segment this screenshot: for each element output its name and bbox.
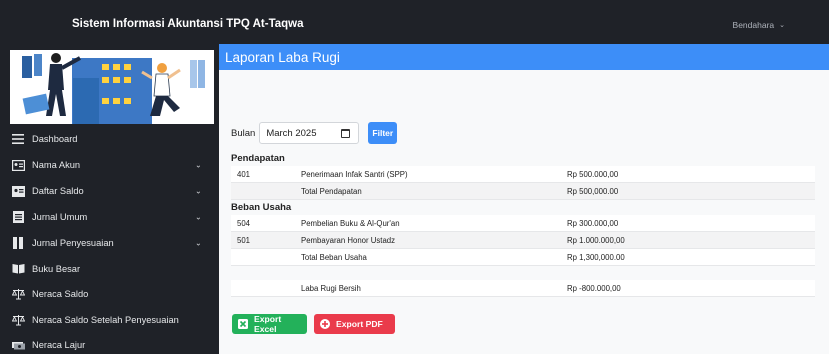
filter-button[interactable]: Filter bbox=[368, 122, 398, 144]
export-excel-label: Export Excel bbox=[254, 314, 282, 334]
chevron-down-icon: ⌄ bbox=[195, 212, 202, 222]
sidebar-illustration bbox=[10, 50, 214, 124]
file-pdf-icon bbox=[320, 319, 330, 329]
id-card-icon bbox=[11, 159, 25, 171]
account-name: Pembelian Buku & Al-Qur'an bbox=[301, 218, 400, 228]
sidebar-item-label: Neraca Saldo bbox=[32, 289, 89, 300]
pendapatan-table: 401 Penerimaan Infak Santri (SPP) Rp 500… bbox=[231, 166, 815, 200]
columns-icon bbox=[11, 237, 25, 249]
scale-icon bbox=[11, 288, 25, 300]
sidebar-item-label: Daftar Saldo bbox=[32, 186, 84, 196]
section-title-pendapatan: Pendapatan bbox=[231, 153, 285, 164]
open-book-icon bbox=[11, 263, 25, 275]
sidebar-item-label: Jurnal Umum bbox=[32, 212, 88, 222]
sidebar-item-jurnal-penyesuaian[interactable]: Jurnal Penyesuaian ⌄ bbox=[0, 230, 219, 256]
page-header: Laporan Laba Rugi bbox=[219, 44, 829, 70]
chevron-down-icon: ⌄ bbox=[195, 160, 202, 170]
account-code: 504 bbox=[237, 218, 251, 228]
table-row: 501 Pembayaran Honor Ustadz Rp 1.000.000… bbox=[231, 232, 815, 249]
sidebar-item-nama-akun[interactable]: Nama Akun ⌄ bbox=[0, 152, 219, 178]
account-amount: Rp 1.000.000,00 bbox=[567, 235, 625, 245]
sidebar-item-neraca-saldo-setelah-penyesuaian[interactable]: Neraca Saldo Setelah Penyesuaian bbox=[0, 307, 219, 333]
account-amount: Rp 500,000.00 bbox=[567, 186, 619, 196]
sidebar-item-label: Dashboard bbox=[32, 134, 78, 144]
table-row-total: Total Beban Usaha Rp 1,300,000.00 bbox=[231, 249, 815, 266]
sidebar-item-neraca-lajur[interactable]: Neraca Lajur bbox=[0, 333, 219, 354]
export-actions: Export Excel Export PDF bbox=[232, 314, 395, 334]
account-amount: Rp 1,300,000.00 bbox=[567, 252, 625, 262]
account-name: Penerimaan Infak Santri (SPP) bbox=[301, 169, 408, 179]
sidebar-item-dashboard[interactable]: Dashboard bbox=[0, 126, 219, 152]
main-content: Laporan Laba Rugi Bulan March 2025 Filte… bbox=[219, 44, 829, 354]
beban-table: 504 Pembelian Buku & Al-Qur'an Rp 300.00… bbox=[231, 215, 815, 266]
page-title: Laporan Laba Rugi bbox=[225, 50, 340, 65]
table-row: 504 Pembelian Buku & Al-Qur'an Rp 300.00… bbox=[231, 215, 815, 232]
hamburger-icon bbox=[11, 133, 25, 145]
table-row-total: Total Pendapatan Rp 500,000.00 bbox=[231, 183, 815, 200]
month-input-value: March 2025 bbox=[266, 127, 317, 139]
sidebar-item-daftar-saldo[interactable]: Daftar Saldo ⌄ bbox=[0, 178, 219, 204]
top-navbar: Sistem Informasi Akuntansi TPQ At-Taqwa … bbox=[0, 0, 829, 44]
export-pdf-label: Export PDF bbox=[336, 319, 383, 329]
account-amount: Rp -800.000,00 bbox=[567, 283, 621, 293]
account-name: Total Pendapatan bbox=[301, 186, 362, 196]
list-document-icon bbox=[11, 211, 25, 223]
account-name: Total Beban Usaha bbox=[301, 252, 367, 262]
account-amount: Rp 300.000,00 bbox=[567, 218, 619, 228]
sidebar-menu: Dashboard Nama Akun ⌄ Daftar Saldo ⌄ Jur… bbox=[0, 126, 219, 354]
chevron-down-icon: ⌄ bbox=[195, 238, 202, 248]
calendar-icon[interactable] bbox=[341, 129, 351, 138]
sidebar-item-label: Nama Akun bbox=[32, 160, 81, 170]
table-row: 401 Penerimaan Infak Santri (SPP) Rp 500… bbox=[231, 166, 815, 183]
app-title: Sistem Informasi Akuntansi TPQ At-Taqwa bbox=[72, 18, 304, 30]
sidebar-item-jurnal-umum[interactable]: Jurnal Umum ⌄ bbox=[0, 204, 219, 230]
filter-form: Bulan March 2025 Filter bbox=[231, 122, 398, 144]
chevron-down-icon: ⌄ bbox=[779, 22, 785, 29]
user-name: Bendahara bbox=[732, 20, 775, 30]
sidebar-item-label: Neraca Saldo Setelah Penyesuaian bbox=[32, 314, 179, 325]
user-menu[interactable]: Bendahara ⌄ bbox=[733, 20, 785, 30]
sidebar: Dashboard Nama Akun ⌄ Daftar Saldo ⌄ Jur… bbox=[0, 44, 219, 354]
scale-icon bbox=[11, 314, 25, 326]
account-amount: Rp 500.000,00 bbox=[567, 169, 619, 179]
account-name: Laba Rugi Bersih bbox=[301, 283, 361, 293]
sidebar-item-label: Jurnal Penyesuaian bbox=[32, 238, 114, 248]
file-excel-icon bbox=[238, 319, 248, 329]
section-title-beban: Beban Usaha bbox=[231, 202, 292, 213]
table-row-net-result: Laba Rugi Bersih Rp -800.000,00 bbox=[231, 280, 815, 297]
month-input[interactable]: March 2025 bbox=[259, 122, 360, 144]
sidebar-item-neraca-saldo[interactable]: Neraca Saldo bbox=[0, 282, 219, 308]
sidebar-item-label: Neraca Lajur bbox=[32, 340, 86, 351]
sidebar-item-buku-besar[interactable]: Buku Besar bbox=[0, 256, 219, 282]
export-excel-button[interactable]: Export Excel bbox=[232, 314, 307, 334]
export-pdf-button[interactable]: Export PDF bbox=[314, 314, 395, 334]
account-code: 401 bbox=[237, 169, 251, 179]
laba-table: Laba Rugi Bersih Rp -800.000,00 bbox=[231, 280, 815, 297]
address-card-icon bbox=[11, 185, 25, 197]
account-name: Pembayaran Honor Ustadz bbox=[301, 235, 396, 245]
sidebar-item-label: Buku Besar bbox=[32, 263, 81, 274]
month-label: Bulan bbox=[231, 127, 256, 139]
account-code: 501 bbox=[237, 235, 251, 245]
chevron-down-icon: ⌄ bbox=[195, 186, 202, 196]
money-icon bbox=[11, 339, 25, 351]
